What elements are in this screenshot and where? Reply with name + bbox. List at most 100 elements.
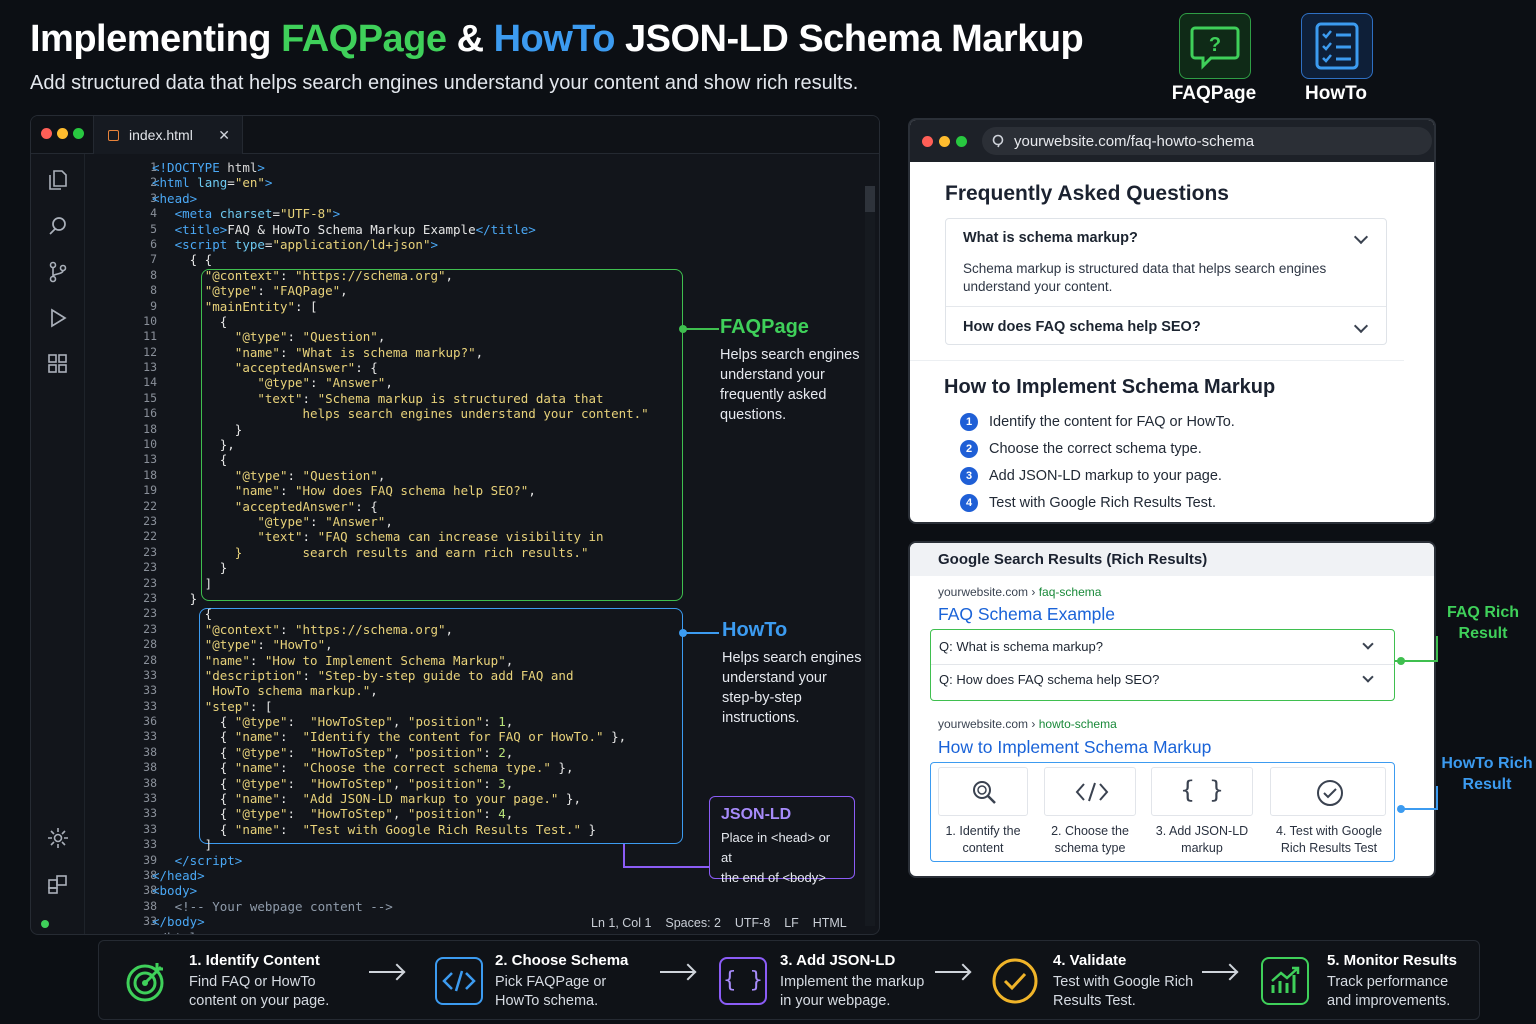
browser-maximize-dot[interactable]: [956, 136, 967, 147]
chevron-up-icon[interactable]: [1353, 229, 1369, 245]
chevron-down-icon[interactable]: [1353, 318, 1369, 334]
braces-icon: { }: [719, 957, 767, 1005]
close-tab-icon[interactable]: ✕: [218, 127, 230, 144]
howto-annotation-text: Helps search engines understand your step-…: [722, 650, 862, 726]
faq-connector-dot: [679, 325, 687, 333]
line-number: 38: [143, 883, 157, 898]
editor-titlebar: index.html ✕: [31, 116, 879, 154]
checklist-icon: [1315, 22, 1359, 70]
line-number: 23: [143, 560, 157, 575]
faq-question-2[interactable]: How does FAQ schema help SEO?: [963, 319, 1201, 335]
line-number: 10: [143, 313, 157, 328]
browser-close-dot[interactable]: [922, 136, 933, 147]
faqpage-annotation-title: FAQPage: [720, 316, 809, 338]
search-icon[interactable]: [46, 214, 70, 238]
url-text: yourwebsite.com/faq-howto-schema: [1014, 132, 1255, 150]
faq-rich-result-label: FAQ Rich Result: [1446, 604, 1519, 642]
line-number: 13: [143, 452, 157, 467]
code-content: <!DOCTYPE html> <html lang="en"> <head> <m…: [152, 160, 649, 934]
tab-index-html[interactable]: index.html ✕: [93, 116, 243, 154]
remote-explorer-icon[interactable]: [46, 872, 70, 896]
line-number: 23: [143, 513, 157, 528]
workflow-bar: 1. Identify Content Find FAQ or HowTo con…: [98, 940, 1480, 1020]
jsonld-annotation-text: Place in <head> or at the end of <body>: [721, 830, 831, 885]
line-number: 33: [143, 698, 157, 713]
howto-annotation: HowTo Helps search engines understand you…: [722, 619, 861, 728]
howto-connector: [683, 632, 719, 634]
files-icon[interactable]: [46, 168, 70, 192]
chevron-down-icon[interactable]: [1362, 638, 1374, 650]
extensions-icon[interactable]: [46, 352, 70, 376]
cursor-position[interactable]: Ln 1, Col 1: [591, 916, 651, 930]
minimize-dot[interactable]: [57, 128, 68, 139]
chevron-down-icon[interactable]: [1362, 671, 1374, 683]
result-2-title-link[interactable]: How to Implement Schema Markup: [938, 737, 1211, 758]
howto-step-2: Choose the correct schema type.: [989, 441, 1202, 457]
workflow-step-4-text: Test with Google Rich Results Test.: [1053, 974, 1194, 1009]
indentation[interactable]: Spaces: 2: [665, 916, 721, 930]
line-number: 33: [143, 683, 157, 698]
target-icon: [126, 963, 164, 1002]
line-number: 22: [143, 498, 157, 513]
howto-heading: How to Implement Schema Markup: [944, 376, 1276, 398]
run-debug-icon[interactable]: [46, 306, 70, 330]
language-mode[interactable]: HTML: [813, 916, 847, 930]
search-icon: [992, 134, 1004, 148]
result-2-url[interactable]: yourwebsite.com › howto-schema: [938, 717, 1117, 731]
code-icon: [1075, 782, 1109, 802]
line-number: 23: [143, 590, 157, 605]
line-number: 23: [143, 544, 157, 559]
check-circle-icon: [1317, 780, 1343, 806]
line-number: 18: [143, 467, 157, 482]
faq-question-1[interactable]: What is schema markup?: [963, 230, 1138, 246]
howto-card-3-label: 3. Add JSON-LD markup: [1155, 824, 1249, 855]
line-number: 13: [143, 360, 157, 375]
line-number: 7: [150, 252, 157, 267]
faq-rich-result-box: Q: What is schema markup? Q: How does FA…: [930, 629, 1395, 701]
howto-badge: [1301, 13, 1373, 79]
line-number: 22: [143, 529, 157, 544]
workflow-step-1-text: Find FAQ or HowTo content on your page.: [189, 974, 330, 1009]
result-1-url[interactable]: yourwebsite.com › faq-schema: [938, 585, 1101, 599]
source-control-icon[interactable]: [46, 260, 70, 284]
rich-faq-question-2[interactable]: Q: How does FAQ schema help SEO?: [939, 672, 1159, 687]
activity-bar: [31, 154, 85, 934]
howto-card-2[interactable]: [1044, 767, 1136, 816]
howto-step-4: Test with Google Rich Results Test.: [989, 495, 1216, 511]
close-dot[interactable]: [41, 128, 52, 139]
howto-result-connector-v: [1436, 786, 1438, 810]
settings-gear-icon[interactable]: [46, 826, 70, 850]
faq-connector: [683, 328, 719, 330]
howto-card-1[interactable]: [938, 767, 1028, 816]
result-1-title-link[interactable]: FAQ Schema Example: [938, 604, 1115, 625]
howto-card-3[interactable]: { }: [1151, 767, 1253, 816]
line-number: 10: [143, 437, 157, 452]
line-number: 4: [150, 206, 157, 221]
step-number-3: 3: [960, 467, 978, 485]
accordion-divider: [946, 306, 1386, 307]
workflow-step-3-title: 3. Add JSON-LD: [780, 952, 896, 969]
line-number: 33: [143, 914, 157, 929]
rich-faq-question-1[interactable]: Q: What is schema markup?: [939, 639, 1103, 654]
jsonld-connector-h: [623, 866, 709, 868]
line-number: 1: [150, 160, 157, 174]
faq-accordion: What is schema markup? Schema markup is …: [945, 218, 1387, 345]
serp-heading: Google Search Results (Rich Results): [910, 543, 1434, 576]
faq-result-connector-dot: [1397, 657, 1405, 665]
faqpage-annotation-text: Helps search engines understand your frequ…: [720, 347, 860, 423]
faq-answer-1: Schema markup is structured data that he…: [963, 261, 1327, 294]
editor-scrollbar[interactable]: [865, 186, 875, 926]
browser-minimize-dot[interactable]: [939, 136, 950, 147]
workflow-step-1-title: 1. Identify Content: [189, 952, 320, 969]
line-number: 38: [143, 898, 157, 913]
line-number: 8: [150, 267, 157, 282]
howto-card-4[interactable]: [1270, 767, 1386, 816]
maximize-dot[interactable]: [73, 128, 84, 139]
howto-rich-result-label: HowTo Rich Result: [1441, 755, 1533, 793]
line-endings[interactable]: LF: [784, 916, 799, 930]
line-number: 33: [143, 821, 157, 836]
address-bar[interactable]: yourwebsite.com/faq-howto-schema: [982, 127, 1432, 155]
braces-icon: { }: [1180, 776, 1224, 804]
howto-annotation-title: HowTo: [722, 619, 788, 641]
encoding[interactable]: UTF-8: [735, 916, 770, 930]
